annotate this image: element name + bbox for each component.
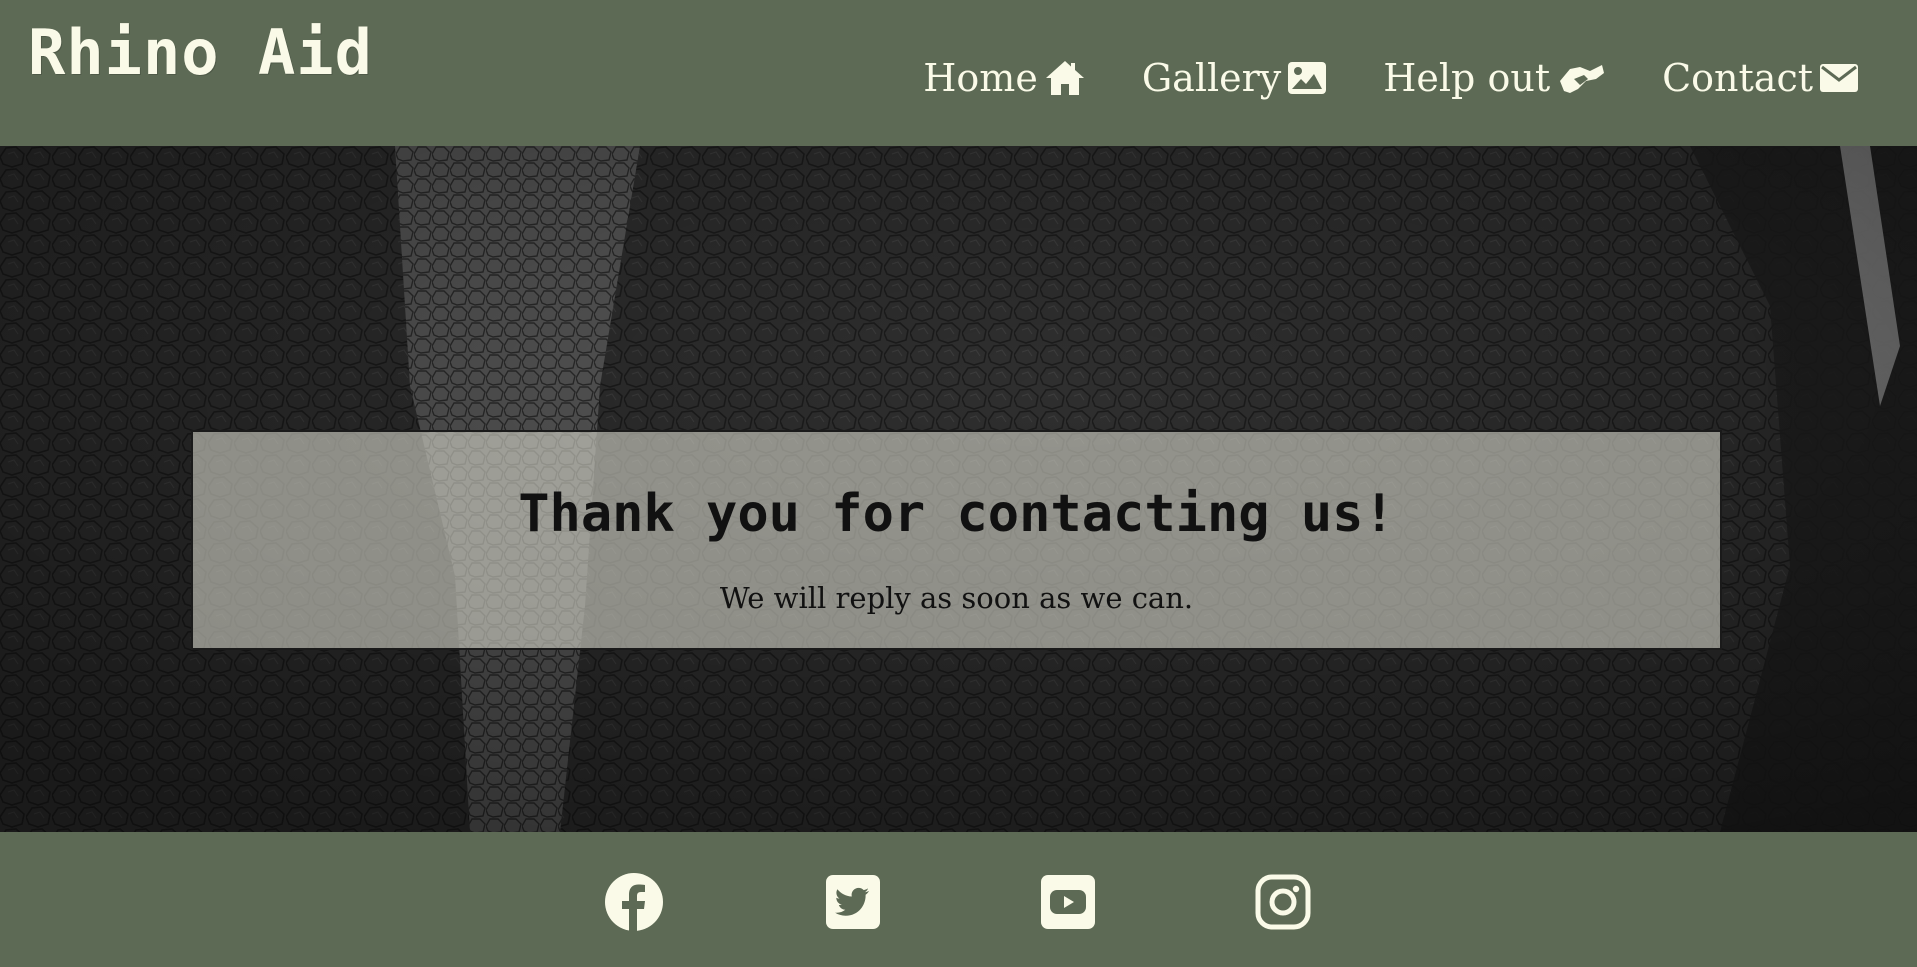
facebook-icon bbox=[604, 872, 664, 937]
twitter-icon bbox=[826, 874, 880, 934]
instagram-icon bbox=[1255, 874, 1311, 935]
youtube-icon bbox=[1041, 874, 1095, 934]
home-icon bbox=[1044, 58, 1086, 98]
confirmation-text: We will reply as soon as we can. bbox=[719, 581, 1194, 615]
twitter-link[interactable] bbox=[821, 872, 885, 936]
nav-contact-label: Contact bbox=[1662, 56, 1813, 100]
nav-helpout-link[interactable]: Help out bbox=[1383, 58, 1606, 98]
nav-helpout-label: Help out bbox=[1383, 56, 1551, 100]
nav-home-link[interactable]: Home bbox=[923, 58, 1086, 98]
envelope-icon bbox=[1819, 58, 1859, 98]
image-icon bbox=[1287, 58, 1327, 98]
hero-section: Thank you for contacting us! We will rep… bbox=[0, 146, 1917, 832]
nav-home-label: Home bbox=[923, 56, 1038, 100]
youtube-link[interactable] bbox=[1036, 872, 1100, 936]
site-header: Rhino Aid Home Gallery Help out Contact bbox=[0, 0, 1917, 146]
nav-contact-link[interactable]: Contact bbox=[1662, 58, 1859, 98]
facebook-link[interactable] bbox=[602, 872, 666, 936]
confirmation-title: Thank you for contacting us! bbox=[518, 484, 1395, 544]
handshake-icon bbox=[1556, 58, 1606, 98]
nav-gallery-label: Gallery bbox=[1141, 56, 1282, 100]
instagram-link[interactable] bbox=[1251, 872, 1315, 936]
main-nav: Home Gallery Help out Contact bbox=[923, 58, 1859, 98]
site-footer bbox=[0, 832, 1917, 967]
nav-gallery-link[interactable]: Gallery bbox=[1142, 58, 1327, 98]
confirmation-panel: Thank you for contacting us! We will rep… bbox=[191, 430, 1722, 650]
site-logo[interactable]: Rhino Aid bbox=[28, 22, 373, 84]
